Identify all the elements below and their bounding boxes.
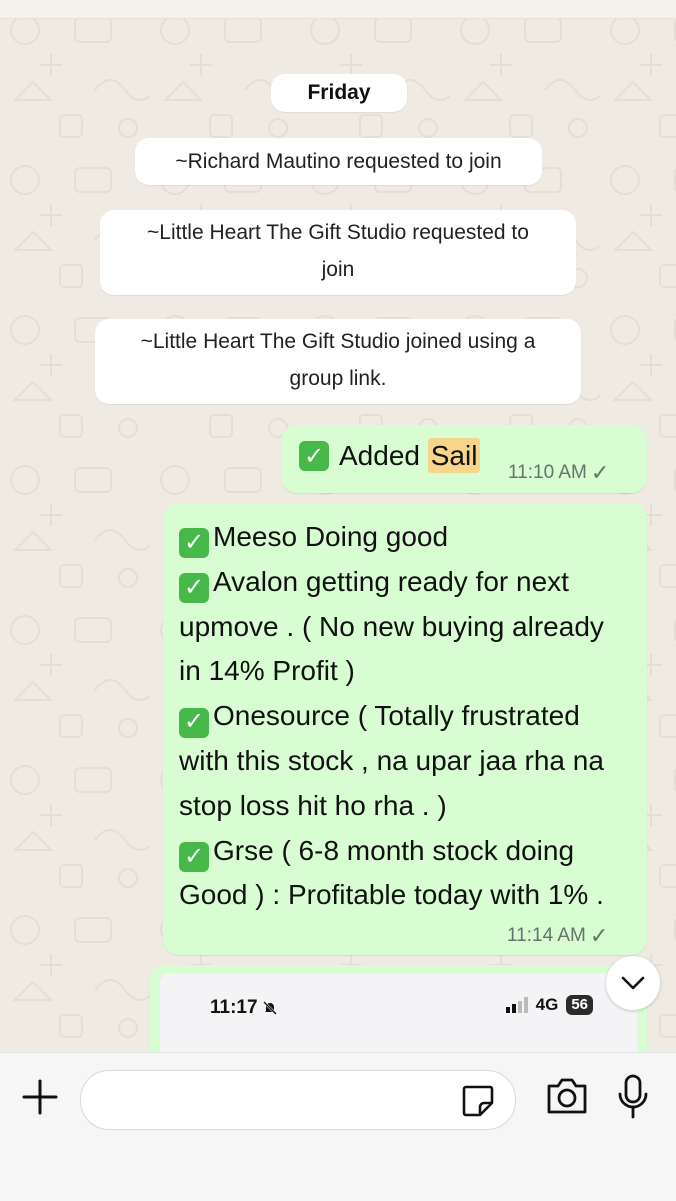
screenshot-status-indicators: 4G 56 bbox=[505, 995, 593, 1015]
system-message-line: group link. bbox=[289, 367, 387, 390]
message-time: 11:14 AM bbox=[507, 925, 586, 946]
message-time: 11:10 AM bbox=[508, 462, 587, 483]
outgoing-message-bubble[interactable]: ✓ Meeso Doing good ✓ Avalon getting ready … bbox=[163, 503, 647, 955]
check-mark-icon: ✓ bbox=[179, 573, 209, 604]
message-line: Good ) : Profitable today with 1% . bbox=[179, 879, 604, 911]
search-highlight: Sail bbox=[427, 438, 481, 473]
check-mark-icon: ✓ bbox=[179, 707, 209, 738]
message-meta: 11:14 AM ✓ bbox=[507, 923, 608, 949]
check-mark-icon: ✓ bbox=[179, 528, 209, 559]
screenshot-status-time: 11:17 bbox=[210, 997, 278, 1019]
date-separator: Friday bbox=[271, 74, 407, 112]
plus-icon[interactable] bbox=[20, 1077, 60, 1117]
system-message-text: ~Richard Mautino requested to join bbox=[175, 150, 502, 173]
single-tick-icon: ✓ bbox=[589, 923, 609, 948]
composer-bar bbox=[0, 1052, 676, 1201]
chevron-down-icon bbox=[621, 976, 645, 990]
message-line: ✓ Avalon getting ready for next bbox=[179, 560, 635, 605]
bell-muted-icon bbox=[262, 1001, 277, 1015]
message-text: ✓ Meeso Doing good ✓ Avalon getting ready … bbox=[179, 515, 635, 918]
camera-icon[interactable] bbox=[545, 1076, 589, 1116]
message-line: ✓ Onesource ( Totally frustrated bbox=[179, 694, 635, 739]
system-message-line: ~Little Heart The Gift Studio joined usi… bbox=[140, 330, 536, 353]
message-line: in 14% Profit ) bbox=[179, 655, 355, 687]
system-message-join-request: ~Richard Mautino requested to join bbox=[135, 138, 542, 185]
message-line: ✓ Meeso Doing good bbox=[179, 515, 635, 560]
check-mark-icon: ✓ bbox=[179, 841, 209, 872]
single-tick-icon: ✓ bbox=[590, 460, 610, 485]
message-input[interactable] bbox=[80, 1070, 516, 1130]
message-line: with this stock , na upar jaa rha na bbox=[179, 744, 604, 776]
check-mark-icon: ✓ bbox=[299, 441, 329, 471]
sticker-icon[interactable] bbox=[460, 1083, 496, 1119]
network-type: 4G bbox=[535, 995, 559, 1014]
system-message-joined-via-link: ~Little Heart The Gift Studio joined usi… bbox=[95, 319, 581, 404]
signal-bars-icon bbox=[505, 997, 528, 1013]
message-line: upmove . ( No new buying already bbox=[179, 610, 604, 642]
system-message-join-request: ~Little Heart The Gift Studio requested … bbox=[100, 210, 576, 295]
system-message-line: ~Little Heart The Gift Studio requested … bbox=[147, 221, 529, 244]
scroll-to-bottom-button[interactable] bbox=[606, 956, 660, 1010]
message-line: stop loss hit ho rha . ) bbox=[179, 789, 447, 821]
battery-level: 56 bbox=[566, 995, 593, 1015]
system-message-line: join bbox=[321, 258, 355, 281]
message-meta: 11:10 AM ✓ bbox=[508, 460, 609, 486]
outgoing-message-bubble[interactable]: ✓ Added Sail 11:10 AM ✓ bbox=[281, 425, 647, 493]
message-line: ✓ Grse ( 6-8 month stock doing bbox=[179, 829, 635, 874]
microphone-icon[interactable] bbox=[616, 1074, 650, 1120]
top-edge-strip bbox=[0, 0, 676, 19]
message-text-prefix: Added bbox=[339, 440, 428, 471]
message-text: ✓ Added Sail bbox=[299, 438, 481, 473]
